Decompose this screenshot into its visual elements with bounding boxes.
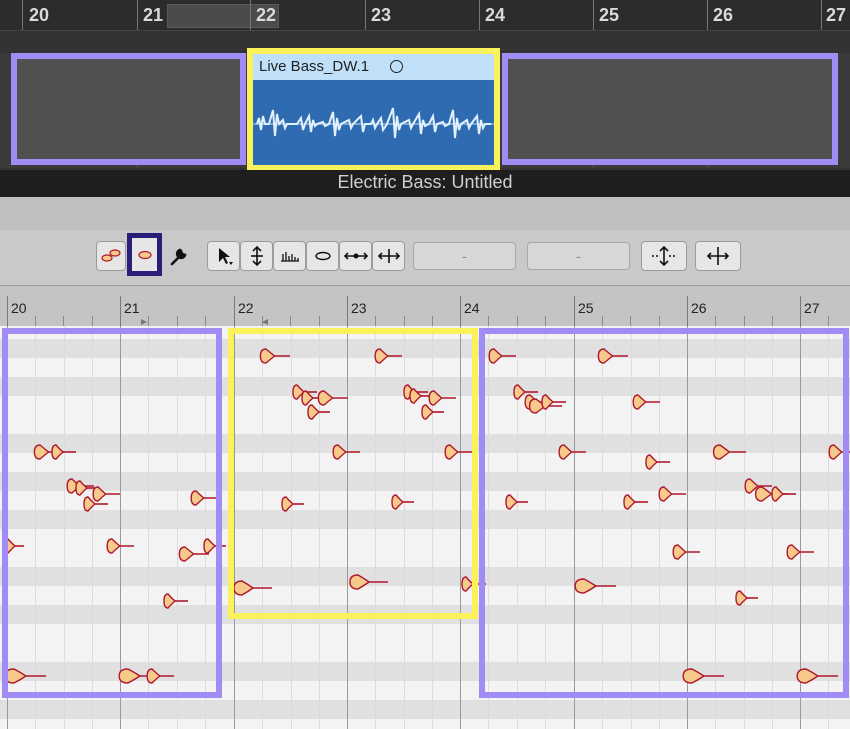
pitch-value-field[interactable]: - bbox=[413, 242, 516, 270]
pitch-correction-button[interactable] bbox=[641, 241, 687, 271]
pitch-drift-tool-button[interactable] bbox=[240, 241, 273, 271]
pitch-drift-icon bbox=[250, 245, 263, 267]
pitch-correction-icon bbox=[652, 245, 676, 267]
bar-number: 21 bbox=[143, 5, 164, 25]
region-name: Live Bass_DW.1 bbox=[259, 58, 370, 75]
bar-number: 24 bbox=[464, 300, 480, 316]
editor-ruler[interactable]: 20 21 22 23 24 25 26 27 bbox=[0, 286, 850, 326]
region-header[interactable]: Live Bass_DW.1 bbox=[253, 54, 494, 80]
bar-number: 27 bbox=[804, 300, 820, 316]
editor-separator[interactable] bbox=[0, 197, 850, 231]
region-after-highlight[interactable] bbox=[502, 53, 838, 165]
pointer-tool-button[interactable] bbox=[207, 241, 240, 271]
notes-icon bbox=[101, 249, 121, 262]
bar-number: 20 bbox=[29, 5, 50, 25]
bar-number: 21 bbox=[124, 300, 140, 316]
marker-icon bbox=[141, 319, 147, 325]
vibrato-tool-button[interactable] bbox=[273, 241, 306, 271]
tool-settings-button[interactable] bbox=[164, 241, 194, 271]
bar-number: 23 bbox=[351, 300, 367, 316]
pitch-tool-button[interactable] bbox=[127, 233, 162, 276]
bar-number: 27 bbox=[826, 5, 847, 25]
bar-number: 23 bbox=[371, 5, 392, 25]
time-handle-icon bbox=[377, 249, 400, 263]
bar-number: 26 bbox=[691, 300, 707, 316]
gain-value-field[interactable]: - bbox=[527, 242, 630, 270]
flex-pitch-toolbar: - - bbox=[0, 230, 850, 286]
bar-number: 26 bbox=[713, 5, 734, 25]
time-quantize-icon bbox=[706, 247, 730, 265]
bar-number: 25 bbox=[578, 300, 594, 316]
notes-after-highlight bbox=[479, 328, 849, 698]
bar-number: 20 bbox=[11, 300, 27, 316]
wrench-icon bbox=[170, 248, 187, 266]
bar-number: 22 bbox=[256, 5, 277, 25]
waveform bbox=[253, 107, 494, 139]
arrange-ruler[interactable]: 20 21 22 23 24 25 26 27 bbox=[0, 0, 850, 31]
gain-icon bbox=[314, 251, 331, 261]
vibrato-icon bbox=[280, 252, 299, 262]
track-title: Electric Bass: Untitled bbox=[337, 172, 513, 192]
quantize-tool-button[interactable] bbox=[339, 241, 372, 271]
region-before-highlight[interactable] bbox=[11, 53, 246, 165]
notes-before-highlight bbox=[2, 328, 222, 698]
flex-pitch-editor[interactable] bbox=[0, 326, 850, 729]
pointer-arrow-icon bbox=[218, 248, 233, 265]
selected-audio-region[interactable]: Live Bass_DW.1 bbox=[247, 48, 500, 171]
selected-notes-highlight bbox=[228, 328, 478, 619]
arrange-area: 20 21 22 23 24 25 26 27 Live Bass_DW.1 E… bbox=[0, 0, 850, 197]
time-handle-tool-button[interactable] bbox=[372, 241, 405, 271]
bar-number: 24 bbox=[485, 5, 506, 25]
flex-tool-button[interactable] bbox=[96, 241, 126, 271]
quantize-icon bbox=[343, 252, 368, 260]
time-quantize-button[interactable] bbox=[695, 241, 741, 271]
bar-number: 22 bbox=[238, 300, 254, 316]
marker-icon bbox=[262, 319, 268, 325]
gain-tool-button[interactable] bbox=[306, 241, 339, 271]
bar-number: 25 bbox=[599, 5, 620, 25]
loop-circle-icon[interactable] bbox=[390, 60, 403, 73]
note-icon bbox=[137, 250, 152, 259]
track-name-bar: Electric Bass: Untitled bbox=[0, 170, 850, 197]
